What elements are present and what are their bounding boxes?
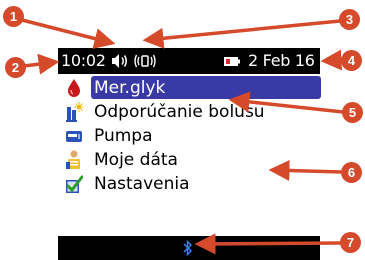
callout-7: 7 bbox=[340, 232, 361, 253]
callout-2: 2 bbox=[5, 57, 26, 78]
callout-arrow-5 bbox=[228, 91, 344, 114]
callout-4: 4 bbox=[341, 50, 362, 71]
callout-1: 1 bbox=[3, 6, 24, 27]
callout-3: 3 bbox=[339, 9, 360, 30]
callout-arrow-2 bbox=[23, 53, 60, 75]
callout-5: 5 bbox=[342, 102, 363, 123]
callout-arrows bbox=[21, 18, 344, 255]
callout-arrow-1 bbox=[21, 18, 116, 49]
callout-arrow-6 bbox=[268, 160, 343, 181]
callout-6: 6 bbox=[341, 162, 362, 183]
callout-arrow-7 bbox=[194, 233, 342, 255]
annotated-meter-screen: 10:02 2 Feb 16 Mer.glyk Odporúčanie bolu… bbox=[0, 0, 365, 260]
callout-arrow-3 bbox=[142, 19, 341, 49]
